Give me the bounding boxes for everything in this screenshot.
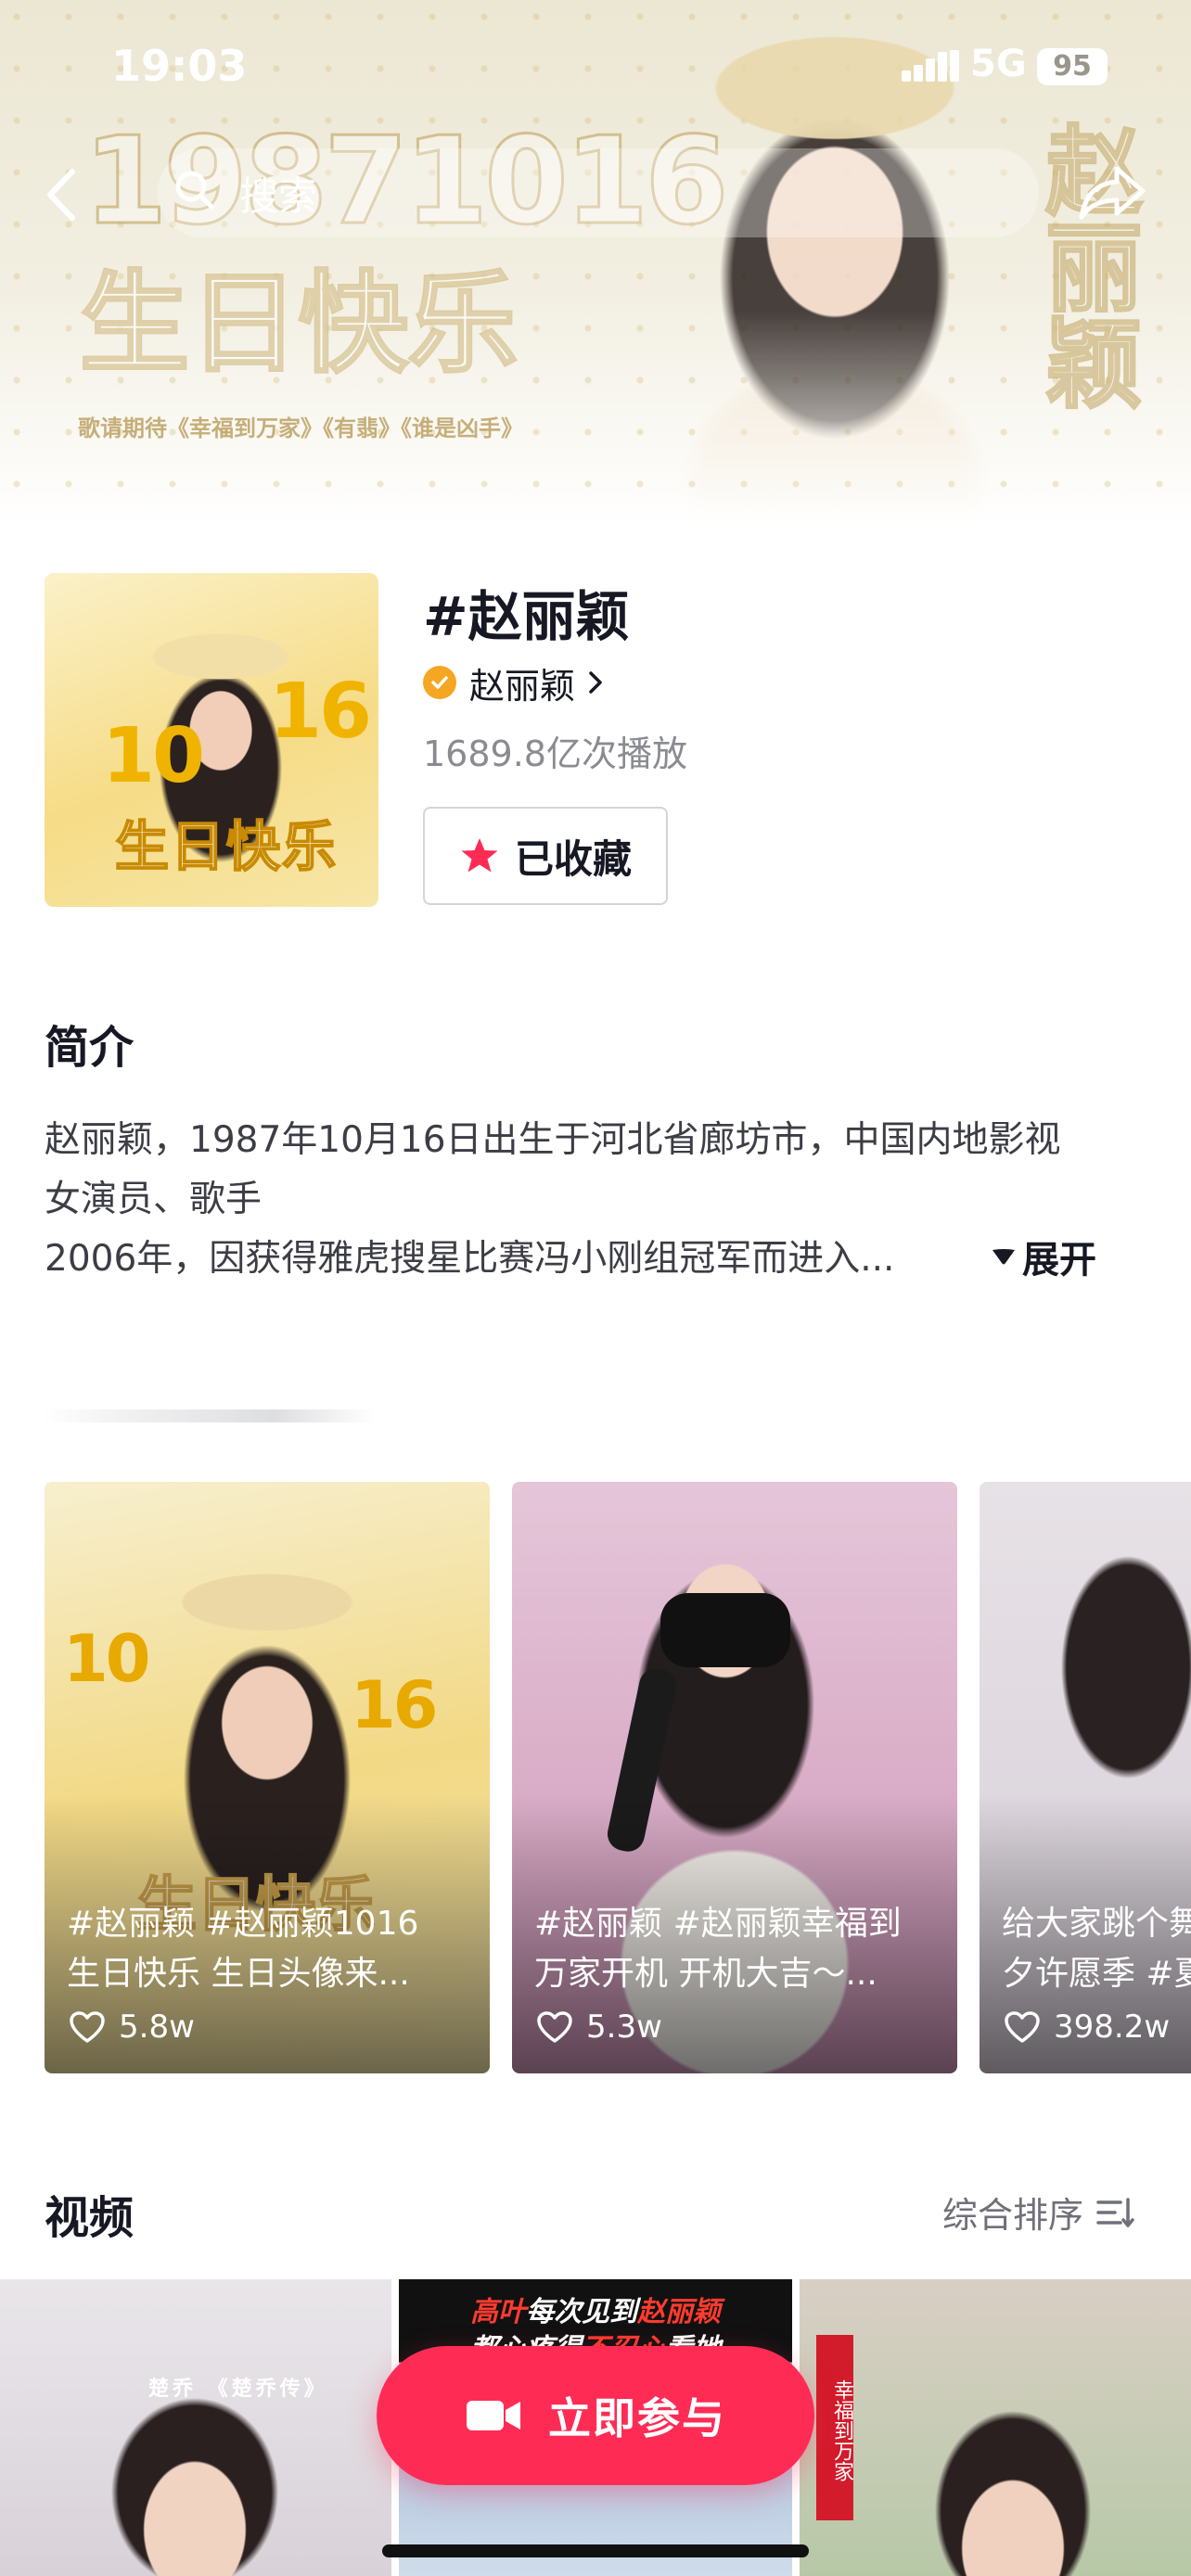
video-thumbnail[interactable]: 幸福到万家 [800, 2279, 1191, 2576]
likes-count: 398.2w [1054, 2009, 1171, 2046]
caption-line: 给大家跳个舞 [1002, 1905, 1191, 1943]
star-icon [461, 838, 498, 873]
card-caption: #赵丽颖 #赵丽颖1016 生日快乐 生日头像来... [67, 1899, 475, 1999]
cover-number-left: 10 [102, 712, 205, 800]
signal-icon [902, 50, 959, 82]
thumbnail-caption: 高叶每次见到赵丽颖 [470, 2296, 721, 2328]
cover-number-right: 16 [269, 668, 372, 756]
sort-label: 综合排序 [942, 2195, 1084, 2236]
battery-icon: 95 [1037, 48, 1108, 85]
play-count: 1689.8亿次播放 [423, 733, 687, 774]
video-camera-icon [467, 2401, 520, 2430]
heart-icon [70, 2011, 105, 2043]
topic-creator-link[interactable]: 赵丽颖 [423, 658, 605, 707]
topic-title: #赵丽颖 [423, 585, 630, 648]
network-type: 5G [970, 43, 1027, 85]
back-button[interactable] [41, 162, 87, 227]
search-icon [175, 171, 214, 210]
hero-birthday-text: 生日快乐 [78, 260, 519, 388]
status-bar: 19:03 5G 95 [0, 0, 1191, 130]
caret-down-icon [992, 1249, 1015, 1265]
section-divider [41, 1409, 375, 1422]
thumbnail-caption: 楚乔 《楚乔传》 [148, 2378, 328, 2401]
caption-line: #赵丽颖 #赵丽颖1016 [67, 1905, 419, 1943]
thumbnail-badge: 幸福到万家 [816, 2335, 853, 2520]
heart-icon [537, 2011, 572, 2043]
hot-video-card[interactable]: 给大家跳个舞 夕许愿季 #夏 398.2w [980, 1482, 1191, 2073]
card-caption: #赵丽颖 #赵丽颖幸福到 万家开机 开机大吉～... [534, 1899, 942, 1999]
intro-line: 2006年，因获得雅虎搜星比赛冯小刚组冠军而进入... [45, 1238, 895, 1280]
likes-count: 5.8w [119, 2009, 195, 2046]
expand-label: 展开 [1022, 1239, 1096, 1282]
card-caption: 给大家跳个舞 夕许愿季 #夏 [1002, 1899, 1191, 1999]
card-overlay-number: 10 [63, 1621, 150, 1697]
video-thumbnail[interactable]: 楚乔 《楚乔传》 [0, 2279, 391, 2576]
card-overlay-number: 16 [351, 1667, 438, 1743]
caption-line: 万家开机 开机大吉～... [534, 1955, 877, 1993]
status-time: 19:03 [111, 41, 248, 91]
card-likes: 5.8w [69, 2009, 195, 2046]
hot-video-card[interactable]: 10 16 生日快乐 #赵丽颖 #赵丽颖1016 生日快乐 生日头像来... 5… [45, 1482, 490, 2073]
intro-heading: 简介 [45, 1022, 134, 1074]
chevron-right-icon [589, 671, 602, 694]
favorite-label: 已收藏 [514, 835, 632, 882]
intro-line: 赵丽颖，1987年10月16日出生于河北省廊坊市，中国内地影视 [45, 1119, 1061, 1161]
likes-count: 5.3w [586, 2009, 662, 2046]
home-indicator[interactable] [382, 2544, 809, 2557]
caption-line: #赵丽颖 #赵丽颖幸福到 [534, 1905, 902, 1943]
sort-filter-icon [1096, 2197, 1134, 2227]
share-icon [1079, 166, 1146, 220]
videos-heading: 视频 [45, 2192, 134, 2244]
participate-button[interactable]: 立即参与 [377, 2346, 814, 2485]
creator-name: 赵丽颖 [469, 665, 576, 707]
heart-icon [1005, 2011, 1040, 2043]
card-likes: 398.2w [1004, 2009, 1170, 2046]
chevron-left-icon [47, 169, 75, 221]
favorite-button[interactable]: 已收藏 [423, 807, 668, 905]
participate-label: 立即参与 [548, 2393, 726, 2443]
intro-line: 女演员、歌手 [45, 1179, 263, 1220]
cover-birthday-text: 生日快乐 [114, 814, 339, 879]
hot-video-card[interactable]: #赵丽颖 #赵丽颖幸福到 万家开机 开机大吉～... 5.3w [512, 1482, 957, 2073]
hero-songs-text: 歌请期待《幸福到万家》《有翡》《谁是凶手》 [78, 415, 523, 441]
share-button[interactable] [1076, 159, 1150, 224]
caption-line: 生日快乐 生日头像来... [67, 1955, 410, 1993]
verified-icon [423, 666, 456, 699]
search-placeholder[interactable]: 搜索 [239, 165, 317, 222]
card-likes: 5.3w [536, 2009, 662, 2046]
expand-button[interactable]: 展开 [991, 1230, 1096, 1283]
caption-line: 夕许愿季 #夏 [1002, 1955, 1191, 1993]
sort-button[interactable]: 综合排序 [942, 2187, 1137, 2238]
